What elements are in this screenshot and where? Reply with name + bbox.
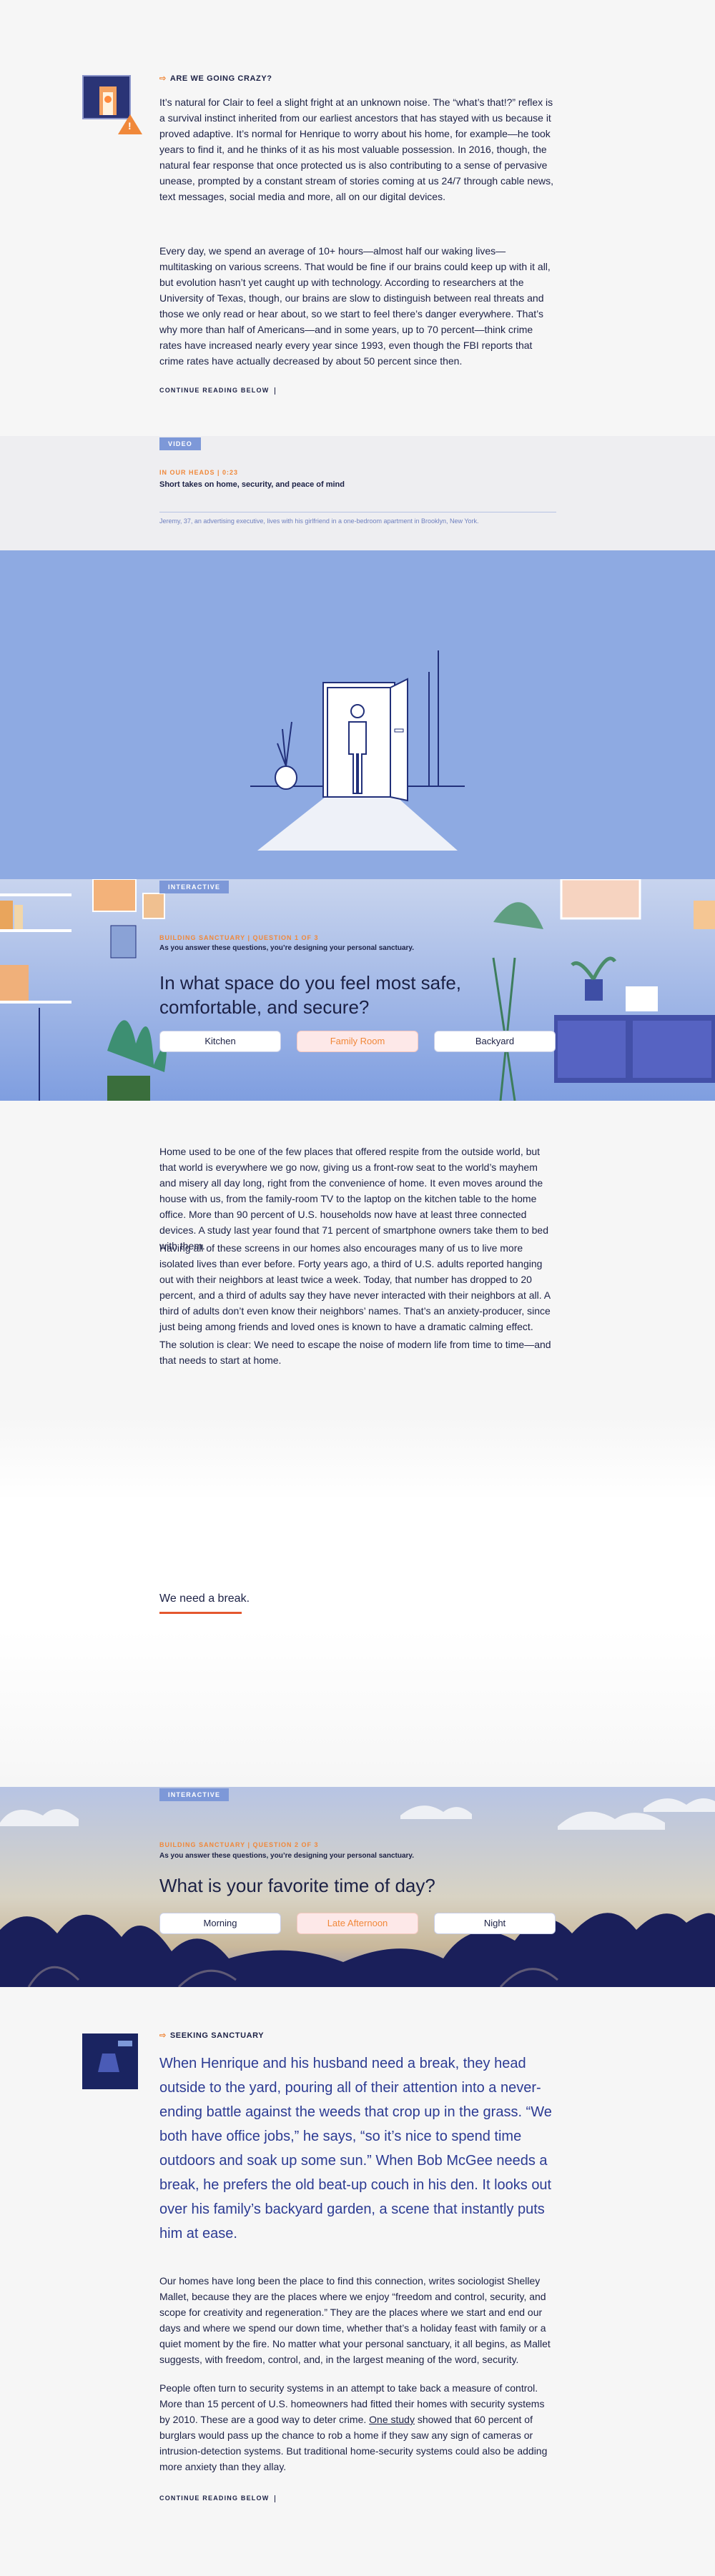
chapter-thumbnail xyxy=(82,2033,138,2089)
question-subtitle: As you answer these questions, you’re de… xyxy=(159,944,415,952)
warning-exclamation-icon: ! xyxy=(128,120,132,132)
lead-paragraph: When Henrique and his husband need a bre… xyxy=(159,2056,552,2241)
video-caption: Jeremy, 37, an advertising executive, li… xyxy=(159,517,479,525)
paragraph: Home used to be one of the few places th… xyxy=(159,1146,548,1252)
video-series-label: IN OUR HEADS | 0:23 xyxy=(159,469,239,476)
article-page: ! ⇨ ARE WE GOING CRAZY? It’s natural for … xyxy=(0,0,715,2576)
option-morning-button[interactable]: Morning xyxy=(159,1913,281,1934)
question-text: What is your favorite time of day? xyxy=(159,1875,435,1896)
continue-reading-link[interactable]: CONTINUE READING BELOW xyxy=(159,387,276,395)
break-callout: We need a break. xyxy=(159,1592,250,1605)
paragraph: Our homes have long been the place to fi… xyxy=(159,2275,551,2365)
video-player[interactable] xyxy=(0,550,715,879)
doorway-illustration xyxy=(250,650,465,851)
section-kicker: ⇨ ARE WE GOING CRAZY? xyxy=(159,74,272,83)
break-underline xyxy=(159,1612,242,1614)
option-night-button[interactable]: Night xyxy=(434,1913,556,1934)
section-are-we-crazy xyxy=(0,0,715,436)
option-late-afternoon-button[interactable]: Late Afternoon xyxy=(297,1913,418,1934)
paragraph: People often turn to security systems in… xyxy=(159,2382,548,2472)
section-kicker: ⇨ SEEKING SANCTUARY xyxy=(159,2031,265,2040)
video-title: Short takes on home, security, and peace… xyxy=(159,480,345,489)
paragraph: The solution is clear: We need to escape… xyxy=(159,1339,551,1366)
option-backyard-button[interactable]: Backyard xyxy=(434,1031,556,1052)
interactive-tag: INTERACTIVE xyxy=(159,881,230,893)
option-family-room-button[interactable]: Family Room xyxy=(297,1031,418,1052)
video-header xyxy=(0,436,715,550)
paragraph: Every day, we spend an average of 10+ ho… xyxy=(159,245,551,367)
option-kitchen-button[interactable]: Kitchen xyxy=(159,1031,281,1052)
arrow-icon: ⇨ xyxy=(159,74,167,83)
question-series-label: BUILDING SANCTUARY | QUESTION 1 OF 3 xyxy=(159,934,319,941)
interactive-tag: INTERACTIVE xyxy=(159,1788,230,1801)
arrow-icon: ⇨ xyxy=(159,2031,167,2040)
question-series-label: BUILDING SANCTUARY | QUESTION 2 OF 3 xyxy=(159,1841,319,1848)
one-study-link[interactable]: One study xyxy=(369,2414,415,2425)
video-tag: VIDEO xyxy=(159,437,202,450)
question-subtitle: As you answer these questions, you’re de… xyxy=(159,1852,415,1860)
chapter-thumbnail xyxy=(82,75,131,119)
question-text: In what space do you feel most safe, com… xyxy=(159,972,462,1018)
continue-reading-link[interactable]: CONTINUE READING BELOW xyxy=(159,2495,276,2502)
paragraph: Having all of these screens in our homes… xyxy=(159,1242,551,1332)
paragraph: It’s natural for Clair to feel a slight … xyxy=(159,96,553,202)
